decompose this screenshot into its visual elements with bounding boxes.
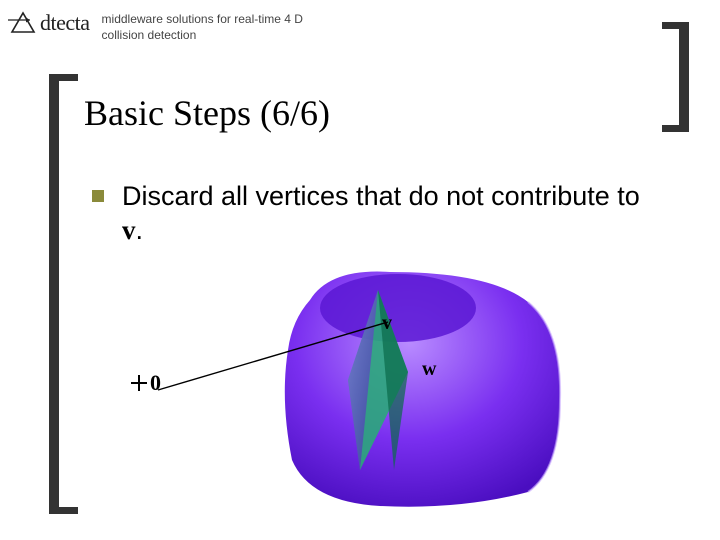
bracket-left-icon [48,74,84,514]
label-v: v [382,312,392,335]
slide-body: Discard all vertices that do not contrib… [92,180,652,248]
bracket-right-icon [660,22,690,132]
bullet-item: Discard all vertices that do not contrib… [92,180,652,248]
slide-header: dtecta middleware solutions for real-tim… [8,10,332,43]
figure-diagram: 0 v w [130,260,570,510]
bullet-var: v [122,215,136,245]
slide-title: Basic Steps (6/6) [84,92,330,134]
plus-icon [130,374,148,392]
origin-marker: 0 [130,370,161,396]
logo-triangle-icon [8,10,38,36]
label-w: w [422,358,436,381]
brand-name: dtecta [40,10,90,36]
bullet-text: Discard all vertices that do not contrib… [122,180,652,248]
bullet-suffix: . [136,215,144,245]
brand-tagline: middleware solutions for real-time 4 D c… [102,12,332,43]
figure-svg [130,260,570,510]
bullet-square-icon [92,190,104,202]
bullet-prefix: Discard all vertices that do not contrib… [122,181,640,211]
brand-logo: dtecta [8,10,90,36]
origin-label: 0 [150,370,161,396]
